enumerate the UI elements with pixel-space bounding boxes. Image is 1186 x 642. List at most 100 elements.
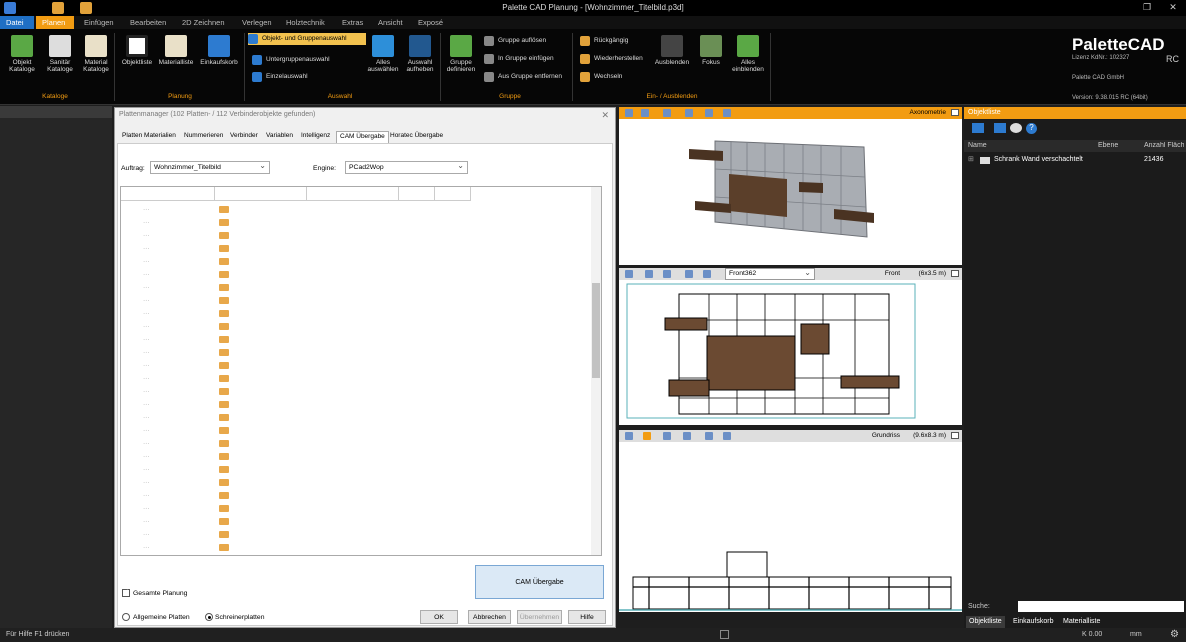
rueckgaengig-button[interactable]: Rückgängig xyxy=(580,35,628,47)
layer-icon[interactable] xyxy=(643,432,651,440)
wechseln-button[interactable]: Wechseln xyxy=(580,71,622,83)
table-row[interactable]: ··· Seite_links3.MPR Seite links 1 15 xyxy=(121,229,593,242)
table-row[interactable]: ··· Seite_links12.MPR Seite links 1 79 xyxy=(121,281,593,294)
alles-einblenden-button[interactable]: Alles einblenden xyxy=(730,35,766,73)
tab-einkaufskorb[interactable]: Einkaufskorb xyxy=(1010,616,1056,628)
help-icon[interactable]: ? xyxy=(1026,123,1037,134)
table-row[interactable]: ··· Rueckwand6.MPR Rückwand 1 40 xyxy=(121,437,593,450)
pan-icon[interactable] xyxy=(641,109,649,117)
viewport-grundriss[interactable]: Grundriss (9.6x8.3 m) xyxy=(619,430,962,612)
table-row[interactable]: ··· Seite_links5.MPR Seite links 1 31 xyxy=(121,203,593,216)
fokus-button[interactable]: Fokus xyxy=(694,35,728,66)
menu-bearbeiten[interactable]: Bearbeiten xyxy=(124,16,172,29)
tab-cam-uebergabe[interactable]: CAM Übergabe xyxy=(336,131,389,143)
objektliste-button[interactable]: Objektliste xyxy=(118,35,156,66)
table-row[interactable]: ··· Seite_links4.MPR Seite links 1 25 xyxy=(121,216,593,229)
menu-planen[interactable]: Planen xyxy=(36,16,74,29)
viewport-axonometrie[interactable]: Axonometrie xyxy=(619,107,962,265)
gesamte-planung-checkbox[interactable]: ✓ xyxy=(122,589,130,597)
tab-nummerieren[interactable]: Nummerieren xyxy=(181,131,226,143)
table-row[interactable]: ··· Seite_links.MPR Seite links 1 3 xyxy=(121,333,593,346)
menu-2d-zeichnen[interactable]: 2D Zeichnen xyxy=(176,16,231,29)
tab-verbinder[interactable]: Verbinder xyxy=(227,131,261,143)
maximize-icon[interactable] xyxy=(951,432,959,439)
alles-auswaehlen-button[interactable]: Alles auswählen xyxy=(366,35,400,73)
tab-platten-materialien[interactable]: Platten Materialien xyxy=(119,131,179,143)
ausblenden-button[interactable]: Ausblenden xyxy=(652,35,692,66)
einkaufskorb-button[interactable]: Einkaufskorb xyxy=(197,35,241,66)
tab-horatec-uebergabe[interactable]: Horatec Übergabe xyxy=(387,131,446,143)
table-row[interactable]: ··· Seite_links2.MPR Seite links 2 10, 20 xyxy=(121,242,593,255)
menu-extras[interactable]: Extras xyxy=(336,16,369,29)
tab-materialliste[interactable]: Materialliste xyxy=(1060,616,1103,628)
gruppe-definieren-button[interactable]: Gruppe definieren xyxy=(444,35,478,73)
column-ebene[interactable]: Ebene xyxy=(1098,142,1118,149)
table-row[interactable]: ··· Rueckwand14.MPR Rückwand 1 95 xyxy=(121,515,593,528)
close-icon[interactable]: ✕ xyxy=(1166,2,1180,14)
grid-toggle-icon[interactable] xyxy=(720,630,729,639)
menu-einfuegen[interactable]: Einfügen xyxy=(78,16,120,29)
front-view-select[interactable]: Front362 xyxy=(725,268,815,280)
table-row[interactable]: ··· Rueckwand13.MPR Rückwand 1 87 xyxy=(121,528,593,541)
column-header-plattentyp[interactable]: Plattentyp xyxy=(307,187,399,201)
gruppe-aufloesen-button[interactable]: Gruppe auflösen xyxy=(484,35,546,47)
color-icon[interactable] xyxy=(723,109,731,117)
table-row[interactable]: ··· Rueckwand7.MPR Rückwand 1 48 xyxy=(121,424,593,437)
tag-icon[interactable] xyxy=(994,123,1006,133)
table-row[interactable]: ··· Seite_links14.MPR Seite links 1 92 xyxy=(121,255,593,268)
zoom-icon[interactable] xyxy=(625,109,633,117)
maximize-icon[interactable] xyxy=(951,270,959,277)
column-header-teilenummer[interactable]: Teilenu... xyxy=(435,187,471,201)
table-row[interactable]: ··· Rueckwand8.MPR Rückwand 1 58 xyxy=(121,411,593,424)
table-row[interactable]: ··· Seite_links10.MPR Seite links 1 69 xyxy=(121,307,593,320)
auftrag-combo[interactable]: Wohnzimmer_Titelbild xyxy=(150,161,270,174)
color-icon[interactable] xyxy=(703,270,711,278)
check-icon[interactable] xyxy=(972,123,984,133)
scrollbar-thumb[interactable] xyxy=(592,283,600,378)
engine-combo[interactable]: PCad2Wop xyxy=(345,161,468,174)
table-row[interactable]: ··· Rueckwand12.MPR Rückwand 1 81 xyxy=(121,541,593,554)
render-icon[interactable] xyxy=(705,109,713,117)
view-icon[interactable] xyxy=(663,432,671,440)
tab-intelligenz[interactable]: Intelligenz xyxy=(298,131,333,143)
materialliste-button[interactable]: Materialliste xyxy=(156,35,196,66)
material-kataloge-button[interactable]: Material Kataloge xyxy=(78,35,114,73)
table-row[interactable]: ··· Schubladenboden1.... Schubladenboden 1 6… xyxy=(121,372,593,385)
aus-gruppe-entfernen-button[interactable]: Aus Gruppe entfernen xyxy=(484,71,562,83)
cube-view-icon[interactable] xyxy=(683,432,691,440)
search-input[interactable] xyxy=(1018,601,1184,612)
cube-view-icon[interactable] xyxy=(685,109,693,117)
hilfe-button[interactable]: Hilfe xyxy=(568,610,606,624)
in-gruppe-einfuegen-button[interactable]: In Gruppe einfügen xyxy=(484,53,554,65)
objektliste-row[interactable]: ⊞ Schrank Wand verschachtelt 21436 xyxy=(964,154,1186,166)
auswahl-aufheben-button[interactable]: Auswahl aufheben xyxy=(402,35,438,73)
column-header-cnc-datei[interactable]: CNC Datei xyxy=(215,187,307,201)
untergruppenauswahl-button[interactable]: Untergruppenauswahl xyxy=(252,54,330,66)
sanitaer-kataloge-button[interactable]: Sanitär Kataloge xyxy=(42,35,78,73)
color-icon[interactable] xyxy=(723,432,731,440)
column-header-anzahl[interactable]: Anzahl xyxy=(399,187,435,201)
restore-icon[interactable]: ❐ xyxy=(1140,2,1154,14)
viewport-front[interactable]: Front362 Front (6x3.5 m) xyxy=(619,268,962,425)
menu-ansicht[interactable]: Ansicht xyxy=(372,16,409,29)
table-row[interactable]: ··· Rueckwand5.MPR Rückwand 1 33 xyxy=(121,450,593,463)
table-row[interactable]: ··· Rueckwand15.MPR Rückwand 1 102 xyxy=(121,502,593,515)
table-row[interactable]: ··· Seite_links11.MPR Seite links 2 74, 100 xyxy=(121,294,593,307)
table-row[interactable]: ··· Seite_links13.MPR Seite links 1 84 xyxy=(121,268,593,281)
wiederherstellen-button[interactable]: Wiederherstellen xyxy=(580,53,643,65)
view-icon[interactable] xyxy=(645,270,653,278)
table-row[interactable]: ··· Seite_links1.MPR Seite links 1 7 xyxy=(121,320,593,333)
menu-holztechnik[interactable]: Holztechnik xyxy=(280,16,331,29)
menu-datei[interactable]: Datei xyxy=(0,16,34,29)
objekt-kataloge-button[interactable]: Objekt Kataloge xyxy=(4,35,40,73)
menu-verlegen[interactable]: Verlegen xyxy=(236,16,278,29)
tab-variablen[interactable]: Variablen xyxy=(263,131,296,143)
column-anzahl[interactable]: Anzahl Fläche xyxy=(1144,142,1184,149)
menu-expose[interactable]: Exposé xyxy=(412,16,449,29)
table-row[interactable]: ··· Rueckwand2.MPR Rückwand 1 17 xyxy=(121,489,593,502)
cam-uebergabe-button[interactable]: CAM Übergabe xyxy=(475,565,604,599)
cube-view-icon[interactable] xyxy=(663,270,671,278)
tab-objektliste[interactable]: Objektliste xyxy=(966,616,1005,628)
table-row[interactable]: ··· Schubladenhintersti... Schubladenhinte… xyxy=(121,359,593,372)
refresh-icon[interactable] xyxy=(1010,123,1022,133)
